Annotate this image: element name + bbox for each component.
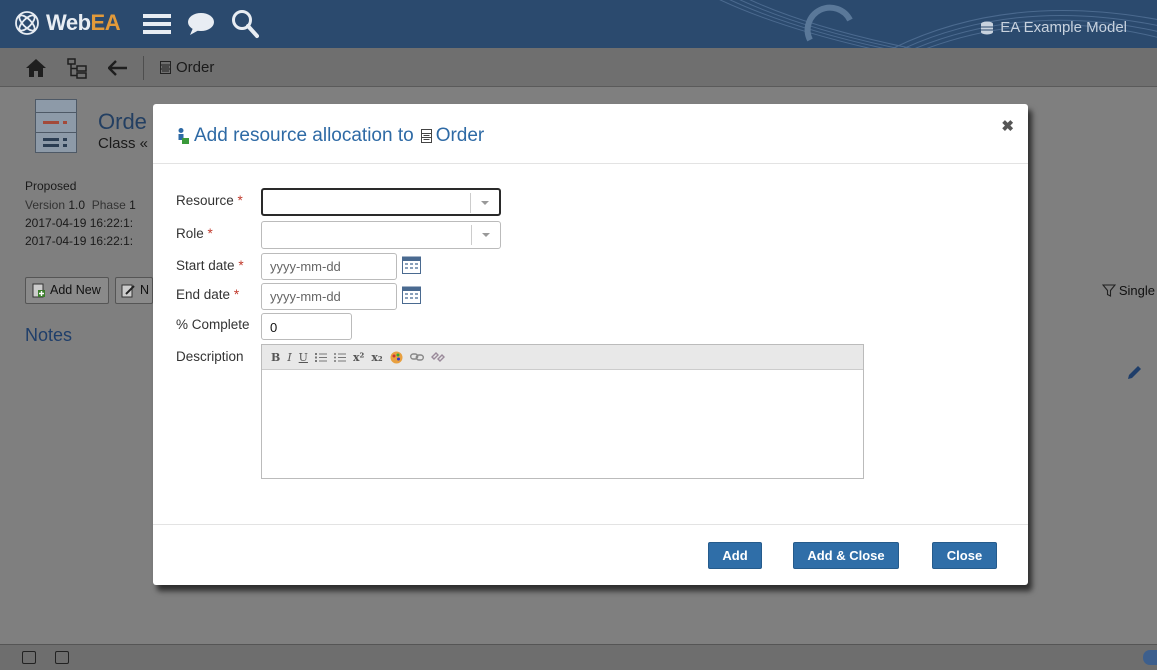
percent-complete-label: % Complete (176, 317, 250, 332)
top-bar: WebEA EA Example Model (0, 0, 1157, 48)
role-label: Role * (176, 226, 213, 241)
list-view-icon[interactable] (22, 651, 36, 664)
chevron-down-icon[interactable] (471, 225, 500, 245)
edit-pencil-icon[interactable] (1126, 365, 1142, 381)
element-modified-date: 2017-04-19 16:22:1: (25, 234, 134, 248)
chevron-down-icon[interactable] (470, 193, 499, 213)
single-view-filter[interactable]: Single (1101, 283, 1155, 298)
editor-toolbar: B I U x² x₂ (262, 345, 863, 370)
resource-label: Resource * (176, 193, 243, 208)
nav-divider (143, 56, 144, 80)
dialog-title-text: Add resource allocation to (194, 125, 414, 146)
unlink-icon[interactable] (430, 351, 445, 363)
back-arrow-icon[interactable] (108, 60, 128, 76)
detail-view-icon[interactable] (55, 651, 69, 664)
element-type: Class « (98, 135, 149, 152)
calendar-icon[interactable] (402, 285, 421, 304)
end-date-input[interactable]: yyyy-mm-dd (261, 283, 397, 310)
close-button[interactable]: Close (932, 542, 997, 569)
add-document-icon (32, 283, 45, 298)
class-element-icon (420, 129, 432, 143)
database-icon (981, 21, 994, 34)
italic-button[interactable]: I (287, 351, 291, 364)
element-version-row: Version 1.0 Phase 1 (25, 198, 136, 212)
text-color-icon[interactable] (390, 351, 403, 364)
logo-mark-icon (15, 11, 39, 35)
add-and-close-button[interactable]: Add & Close (793, 542, 899, 569)
element-status: Proposed (25, 179, 77, 193)
dialog-footer: Add Add & Close Close (153, 524, 1028, 585)
dialog-title: Add resource allocation to Order (176, 125, 484, 147)
calendar-icon[interactable] (402, 255, 421, 274)
resource-select[interactable] (261, 188, 501, 216)
logo-text: WebEA (46, 10, 121, 35)
end-date-label: End date * (176, 287, 240, 302)
class-element-icon (160, 61, 171, 74)
notes-heading: Notes (25, 325, 73, 345)
new-note-button[interactable]: N (115, 277, 153, 304)
dialog-title-target: Order (435, 125, 485, 146)
start-date-input[interactable]: yyyy-mm-dd (261, 253, 397, 280)
model-selector[interactable]: EA Example Model (980, 19, 1127, 36)
start-date-label: Start date * (176, 258, 244, 273)
navigation-bar: Order (0, 48, 1157, 87)
dialog-close-icon[interactable]: ✖ (1001, 117, 1014, 135)
add-resource-allocation-dialog: Add resource allocation to Order ✖ Resou… (153, 104, 1028, 585)
bullet-list-icon[interactable] (333, 352, 346, 363)
bold-button[interactable]: B (271, 351, 280, 364)
home-icon[interactable] (25, 58, 47, 78)
status-indicator-icon[interactable] (1143, 650, 1157, 665)
add-new-button[interactable]: Add New (25, 277, 109, 304)
underline-button[interactable]: U (299, 351, 308, 364)
percent-complete-input[interactable]: 0 (261, 313, 352, 340)
class-large-icon (35, 99, 77, 153)
note-edit-icon (121, 284, 135, 298)
model-name: EA Example Model (1000, 19, 1127, 36)
browser-tree-icon[interactable] (67, 58, 89, 80)
numbered-list-icon[interactable] (314, 352, 327, 363)
element-title: Orde (98, 109, 147, 134)
resource-person-icon (178, 128, 189, 144)
link-icon[interactable] (409, 352, 424, 362)
webea-logo[interactable]: WebEA (14, 10, 121, 36)
description-label: Description (176, 349, 244, 364)
hamburger-menu-icon[interactable] (143, 12, 171, 36)
element-created-date: 2017-04-19 16:22:1: (25, 216, 134, 230)
breadcrumb[interactable]: Order (160, 59, 214, 76)
dialog-header: Add resource allocation to Order ✖ (153, 104, 1028, 164)
description-editor[interactable]: B I U x² x₂ (261, 344, 864, 479)
status-bar (0, 644, 1157, 670)
subscript-button[interactable]: x₂ (371, 351, 382, 364)
filter-icon (1101, 284, 1116, 297)
add-button[interactable]: Add (708, 542, 762, 569)
superscript-button[interactable]: x² (353, 351, 364, 364)
chat-bubble-icon[interactable] (187, 12, 215, 36)
role-select[interactable] (261, 221, 501, 249)
breadcrumb-label: Order (176, 59, 215, 76)
search-icon[interactable] (231, 9, 259, 39)
